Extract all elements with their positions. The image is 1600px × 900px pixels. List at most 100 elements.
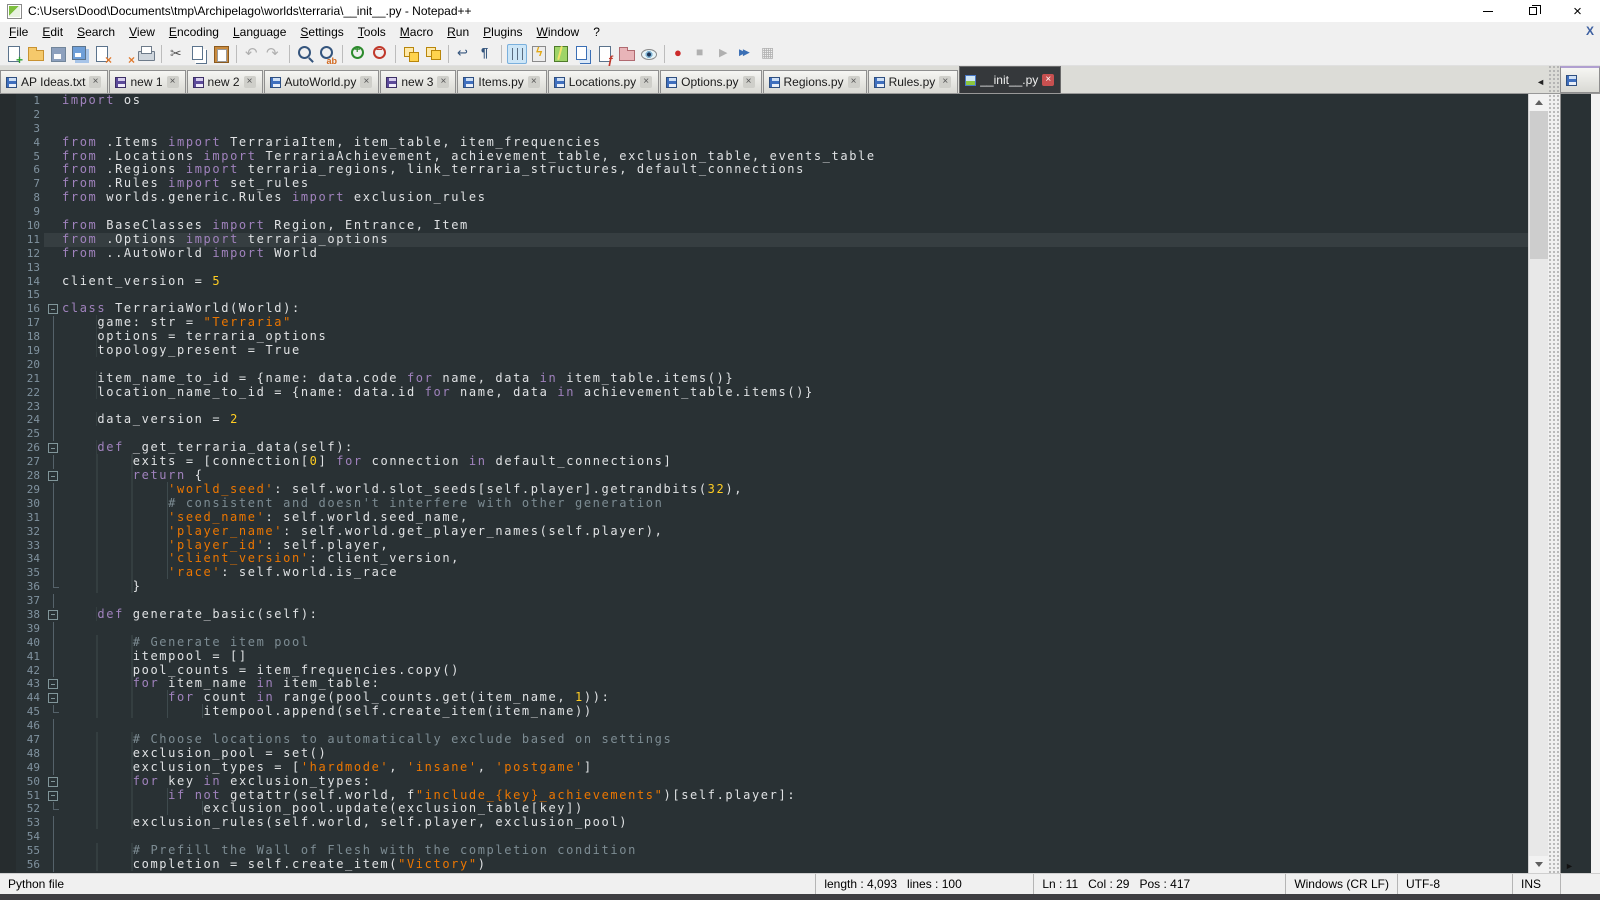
undo-icon[interactable] [242, 44, 262, 64]
copy-icon[interactable] [189, 44, 209, 64]
code-line[interactable]: 37 [0, 594, 1528, 608]
menu-settings[interactable]: Settings [293, 23, 350, 41]
code-line[interactable]: 32 'player_name': self.world.get_player_… [0, 525, 1528, 539]
paste-icon[interactable] [211, 44, 231, 64]
tab-close-icon[interactable]: × [848, 76, 860, 88]
code-line[interactable]: 19 topology_present = True [0, 344, 1528, 358]
tab-close-icon[interactable]: × [640, 76, 652, 88]
tab-regions-py[interactable]: Regions.py× [763, 70, 867, 93]
fold-toggle-icon[interactable] [44, 469, 62, 483]
menu-plugins[interactable]: Plugins [476, 23, 529, 41]
document-list-icon[interactable] [573, 44, 593, 64]
second-view-scroll-right-icon[interactable]: ► [1565, 861, 1574, 871]
menu-encoding[interactable]: Encoding [162, 23, 226, 41]
folder-as-workspace-icon[interactable] [617, 44, 637, 64]
menu-help[interactable]: ? [586, 23, 607, 41]
menu-edit[interactable]: Edit [35, 23, 70, 41]
save-all-icon[interactable] [70, 44, 90, 64]
code-line[interactable]: 33 'player_id': self.player, [0, 539, 1528, 553]
code-line[interactable]: 45 itempool.append(self.create_item(item… [0, 705, 1528, 719]
tab-close-icon[interactable]: × [528, 76, 540, 88]
macro-record-icon[interactable] [670, 44, 690, 64]
tab-new-2[interactable]: new 2× [187, 70, 263, 93]
menu-run[interactable]: Run [440, 23, 476, 41]
word-wrap-icon[interactable] [454, 44, 474, 64]
code-line[interactable]: 14client_version = 5 [0, 275, 1528, 289]
menu-window[interactable]: Window [530, 23, 587, 41]
close-all-icon[interactable] [114, 44, 134, 64]
code-line[interactable]: 22 location_name_to_id = {name: data.id … [0, 386, 1528, 400]
fold-toggle-icon[interactable] [44, 775, 62, 789]
code-line[interactable]: 15 [0, 288, 1528, 302]
code-line[interactable]: 38 def generate_basic(self): [0, 608, 1528, 622]
code-line[interactable]: 21 item_name_to_id = {name: data.code fo… [0, 372, 1528, 386]
sync-horizontal-scroll-icon[interactable] [423, 44, 443, 64]
scroll-down-icon[interactable] [1529, 856, 1549, 873]
tab-autoworld-py[interactable]: AutoWorld.py× [264, 70, 380, 93]
tab-close-icon[interactable]: × [1042, 74, 1054, 86]
code-line[interactable]: 28 return { [0, 469, 1528, 483]
show-indent-guide-icon[interactable] [507, 44, 527, 64]
tab--init-py[interactable]: __init__.py× [959, 66, 1061, 93]
tab-close-icon[interactable]: × [244, 76, 256, 88]
code-line[interactable]: 3 [0, 122, 1528, 136]
menu-macro[interactable]: Macro [393, 23, 440, 41]
code-line[interactable]: 47 # Choose locations to automatically e… [0, 733, 1528, 747]
status-encoding[interactable]: UTF-8 [1397, 874, 1512, 894]
code-line[interactable]: 27 exits = [connection[0] for connection… [0, 455, 1528, 469]
code-line[interactable]: 5from .Locations import TerrariaAchievem… [0, 150, 1528, 164]
tab-close-icon[interactable]: × [437, 76, 449, 88]
vertical-scrollbar[interactable] [1528, 94, 1548, 873]
fold-toggle-icon[interactable] [44, 789, 62, 803]
tab-new-1[interactable]: new 1× [109, 70, 185, 93]
code-line[interactable]: 40 # Generate item pool [0, 636, 1528, 650]
minimize-button[interactable] [1465, 0, 1510, 22]
macro-run-multiple-icon[interactable] [736, 44, 756, 64]
code-line[interactable]: 41 itempool = [] [0, 650, 1528, 664]
code-line[interactable]: 16class TerrariaWorld(World): [0, 302, 1528, 316]
code-line[interactable]: 42 pool_counts = item_frequencies.copy() [0, 664, 1528, 678]
tab-close-icon[interactable]: × [939, 76, 951, 88]
code-line[interactable]: 13 [0, 261, 1528, 275]
code-line[interactable]: 34 'client_version': client_version, [0, 552, 1528, 566]
code-line[interactable]: 6from .Regions import terraria_regions, … [0, 163, 1528, 177]
close-button[interactable]: × [1555, 0, 1600, 22]
code-line[interactable]: 46 [0, 719, 1528, 733]
zoom-out-icon[interactable] [370, 44, 390, 64]
code-line[interactable]: 9 [0, 205, 1528, 219]
code-line[interactable]: 53 exclusion_rules(self.world, self.play… [0, 816, 1528, 830]
code-line[interactable]: 10from BaseClasses import Region, Entran… [0, 219, 1528, 233]
code-line[interactable]: 25 [0, 427, 1528, 441]
code-line[interactable]: 1import os [0, 94, 1528, 108]
redo-icon[interactable] [264, 44, 284, 64]
view-splitter-top[interactable] [1548, 65, 1560, 93]
fold-toggle-icon[interactable] [44, 441, 62, 455]
cut-icon[interactable] [167, 44, 187, 64]
code-line[interactable]: 51 if not getattr(self.world, f"include_… [0, 789, 1528, 803]
tab-close-icon[interactable]: × [89, 76, 101, 88]
code-line[interactable]: 12from ..AutoWorld import World [0, 247, 1528, 261]
status-insert-mode[interactable]: INS [1512, 874, 1560, 894]
second-view-tab-fragment[interactable] [1560, 66, 1600, 93]
tab-close-icon[interactable]: × [743, 76, 755, 88]
menu-view[interactable]: View [122, 23, 162, 41]
fold-toggle-icon[interactable] [44, 608, 62, 622]
code-line[interactable]: 44 for count in range(pool_counts.get(it… [0, 691, 1528, 705]
second-view-scrollbar[interactable] [1591, 94, 1600, 873]
code-line[interactable]: 50 for key in exclusion_types: [0, 775, 1528, 789]
tab-items-py[interactable]: Items.py× [457, 70, 546, 93]
code-line[interactable]: 48 exclusion_pool = set() [0, 747, 1528, 761]
code-line[interactable]: 26 def _get_terraria_data(self): [0, 441, 1528, 455]
fold-toggle-icon[interactable] [44, 677, 62, 691]
code-line[interactable]: 24 data_version = 2 [0, 413, 1528, 427]
code-line[interactable]: 56 completion = self.create_item("Victor… [0, 858, 1528, 872]
code-line[interactable]: 36 } [0, 580, 1528, 594]
code-line[interactable]: 55 # Prefill the Wall of Flesh with the … [0, 844, 1528, 858]
function-list-icon[interactable] [595, 44, 615, 64]
code-line[interactable]: 29 'world_seed': self.world.slot_seeds[s… [0, 483, 1528, 497]
tab-options-py[interactable]: Options.py× [660, 70, 761, 93]
code-line[interactable]: 39 [0, 622, 1528, 636]
scrollbar-thumb[interactable] [1530, 111, 1548, 259]
code-editor[interactable]: 1import os234from .Items import Terraria… [0, 94, 1528, 873]
replace-icon[interactable] [317, 44, 337, 64]
